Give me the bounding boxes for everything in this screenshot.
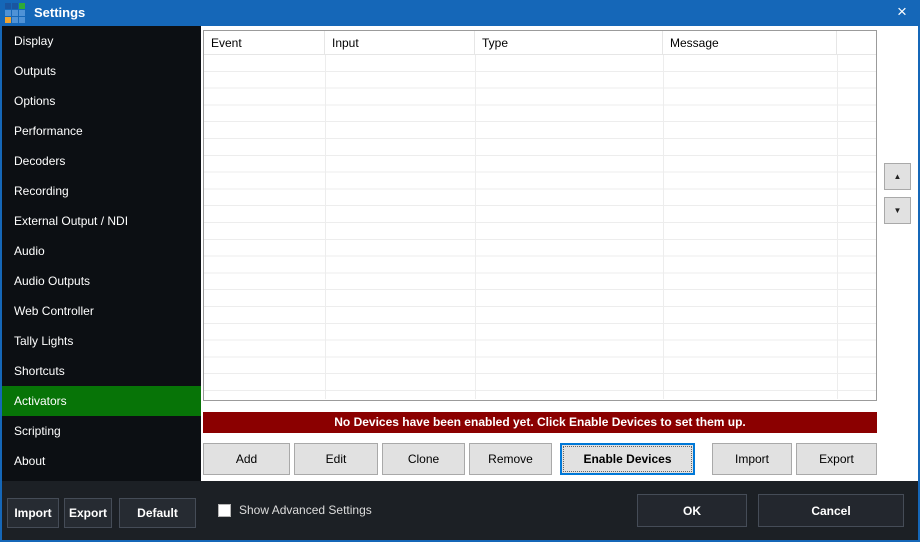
settings-export-button[interactable]: Export: [64, 498, 112, 528]
column-header-input[interactable]: Input: [325, 31, 475, 54]
move-down-button[interactable]: ▼: [884, 197, 911, 224]
arrow-down-icon: ▼: [894, 206, 902, 215]
activator-import-button[interactable]: Import: [712, 443, 792, 475]
column-header-type[interactable]: Type: [475, 31, 663, 54]
settings-sidebar: Display Outputs Options Performance Deco…: [2, 26, 201, 481]
sidebar-item-recording[interactable]: Recording: [2, 176, 201, 206]
column-header-filler: [837, 31, 876, 54]
sidebar-item-external-output-ndi[interactable]: External Output / NDI: [2, 206, 201, 236]
table-header: Event Input Type Message: [204, 31, 876, 55]
close-icon[interactable]: ×: [888, 0, 916, 26]
column-header-event[interactable]: Event: [204, 31, 325, 54]
no-devices-warning-banner: No Devices have been enabled yet. Click …: [203, 412, 877, 433]
sidebar-item-audio-outputs[interactable]: Audio Outputs: [2, 266, 201, 296]
sidebar-item-decoders[interactable]: Decoders: [2, 146, 201, 176]
settings-default-button[interactable]: Default: [119, 498, 196, 528]
sidebar-item-display[interactable]: Display: [2, 26, 201, 56]
enable-devices-button[interactable]: Enable Devices: [560, 443, 695, 475]
activators-panel: Event Input Type Message ▲ ▼ No Devices …: [201, 26, 918, 481]
activator-export-button[interactable]: Export: [796, 443, 877, 475]
sidebar-item-tally-lights[interactable]: Tally Lights: [2, 326, 201, 356]
ok-button[interactable]: OK: [637, 494, 747, 527]
sidebar-item-activators[interactable]: Activators: [2, 386, 201, 416]
cancel-button[interactable]: Cancel: [758, 494, 904, 527]
show-advanced-checkbox[interactable]: [218, 504, 231, 517]
window-title: Settings: [34, 0, 85, 26]
clone-button[interactable]: Clone: [382, 443, 465, 475]
sidebar-item-performance[interactable]: Performance: [2, 116, 201, 146]
settings-window: Settings × Display Outputs Options Perfo…: [0, 0, 920, 542]
arrow-up-icon: ▲: [894, 172, 902, 181]
column-header-message[interactable]: Message: [663, 31, 837, 54]
move-up-button[interactable]: ▲: [884, 163, 911, 190]
show-advanced-settings-row[interactable]: Show Advanced Settings: [218, 501, 372, 519]
app-logo-icon: [5, 3, 25, 23]
bottom-bar: Import Export Default Show Advanced Sett…: [2, 481, 918, 540]
activators-table: Event Input Type Message: [203, 30, 877, 401]
sidebar-item-about[interactable]: About: [2, 446, 201, 476]
sidebar-item-audio[interactable]: Audio: [2, 236, 201, 266]
settings-import-button[interactable]: Import: [7, 498, 59, 528]
remove-button[interactable]: Remove: [469, 443, 552, 475]
sidebar-item-outputs[interactable]: Outputs: [2, 56, 201, 86]
sidebar-item-shortcuts[interactable]: Shortcuts: [2, 356, 201, 386]
sidebar-item-options[interactable]: Options: [2, 86, 201, 116]
sidebar-item-scripting[interactable]: Scripting: [2, 416, 201, 446]
add-button[interactable]: Add: [203, 443, 290, 475]
edit-button[interactable]: Edit: [294, 443, 378, 475]
titlebar[interactable]: Settings ×: [0, 0, 920, 26]
sidebar-item-web-controller[interactable]: Web Controller: [2, 296, 201, 326]
table-body-empty: [204, 55, 876, 399]
show-advanced-label: Show Advanced Settings: [239, 503, 372, 517]
